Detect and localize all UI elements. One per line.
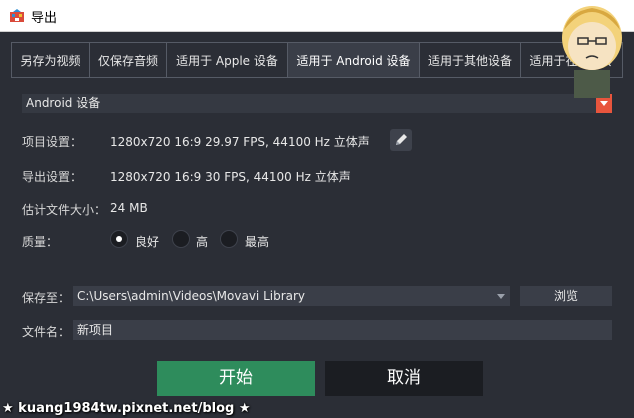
project-settings-value: 1280x720 16:9 29.97 FPS, 44100 Hz 立体声 (110, 135, 370, 149)
mascot-image (550, 0, 634, 100)
quality-good-label: 良好 (135, 235, 160, 249)
cancel-button[interactable]: 取消 (325, 361, 483, 396)
save-to-label: 保存至： (22, 291, 71, 305)
file-size-label: 估计文件大小： (22, 203, 107, 217)
quality-high-radio[interactable] (172, 230, 190, 248)
tab-android[interactable]: 适用于 Android 设备 (287, 42, 420, 77)
quality-good-radio[interactable] (110, 230, 128, 248)
file-size-value: 24 MB (110, 201, 148, 215)
save-path-field[interactable]: C:\Users\admin\Videos\Movavi Library (73, 286, 510, 306)
quality-highest-radio[interactable] (220, 230, 238, 248)
tab-audio-only[interactable]: 仅保存音频 (89, 42, 167, 77)
preset-select[interactable]: Android 设备 (22, 94, 612, 113)
browse-button[interactable]: 浏览 (520, 286, 612, 306)
tab-apple[interactable]: 适用于 Apple 设备 (166, 42, 288, 77)
file-name-label: 文件名： (22, 325, 71, 339)
quality-label: 质量： (22, 235, 59, 249)
title-bar: 导出 (0, 0, 634, 32)
export-window: 导出 另存为视频 仅保存音频 适用于 Apple 设备 适用于 Android … (0, 0, 634, 418)
app-icon (9, 8, 25, 22)
project-settings-label: 项目设置： (22, 135, 83, 149)
export-settings-label: 导出设置： (22, 170, 83, 184)
tab-save-video[interactable]: 另存为视频 (11, 42, 90, 77)
start-button[interactable]: 开始 (157, 361, 315, 396)
chevron-down-icon[interactable] (494, 286, 508, 306)
window-title: 导出 (31, 11, 58, 26)
settings-panel (11, 77, 623, 403)
watermark-text: ★ kuang1984tw.pixnet.net/blog ★ (2, 401, 251, 416)
quality-highest-label: 最高 (245, 235, 270, 249)
export-tabs: 另存为视频 仅保存音频 适用于 Apple 设备 适用于 Android 设备 … (11, 42, 623, 77)
pencil-icon[interactable] (390, 129, 412, 151)
export-settings-value: 1280x720 16:9 30 FPS, 44100 Hz 立体声 (110, 170, 351, 184)
file-name-field[interactable]: 新项目 (73, 320, 612, 340)
quality-high-label: 高 (196, 235, 209, 249)
tab-other-devices[interactable]: 适用于其他设备 (419, 42, 521, 77)
